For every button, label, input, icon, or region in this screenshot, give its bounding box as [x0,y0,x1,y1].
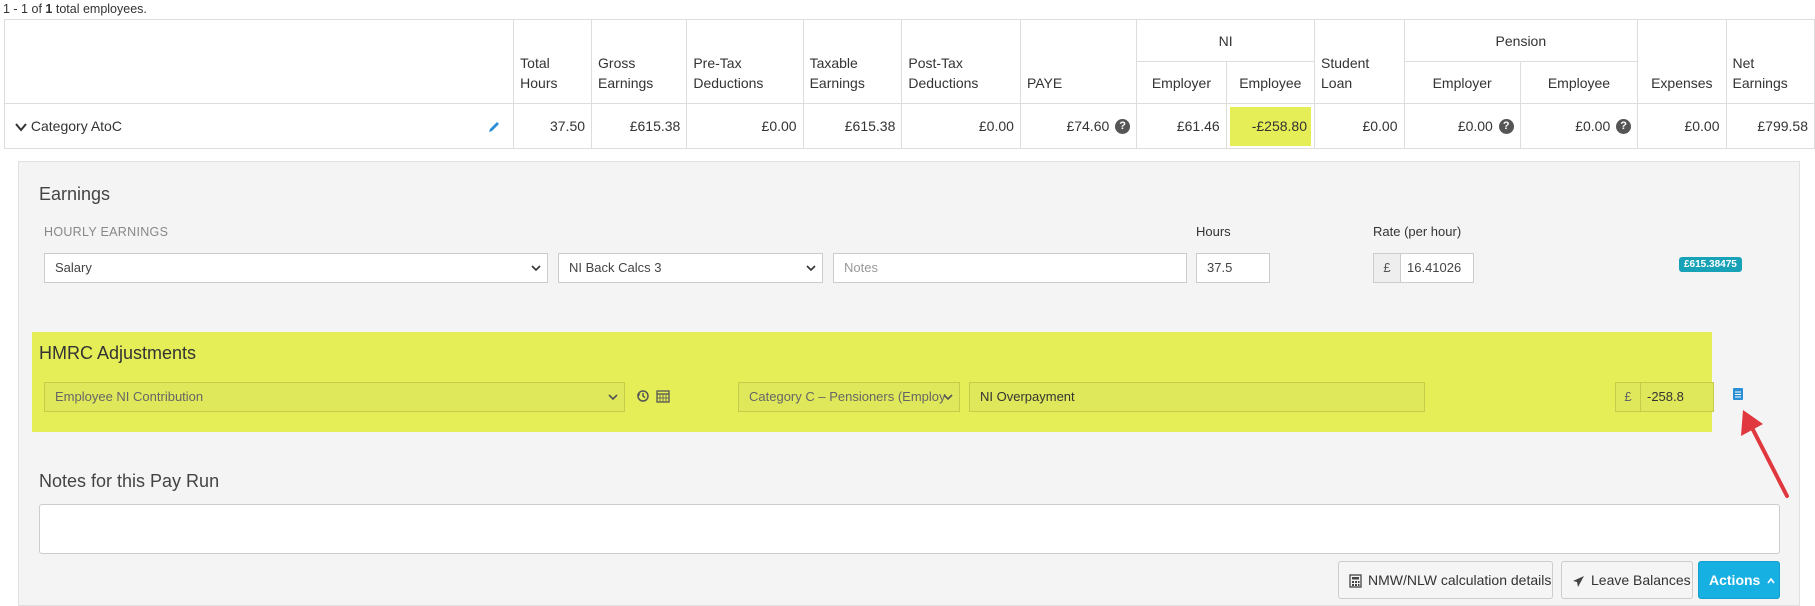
pension-employee-value: £0.00 [1575,117,1611,134]
calc-value: NI Back Calcs 3 [569,260,662,275]
chevron-down-icon [806,265,816,272]
header-expenses: Expenses [1637,19,1727,104]
cell-posttax: £0.00 [901,103,1021,149]
cell-pretax: £0.00 [686,103,804,149]
currency-addon: £ [1373,253,1401,283]
annotation-arrow-icon [1741,410,1789,498]
history-icon[interactable] [636,389,650,403]
cell-ni-employee: -£258.80 [1225,103,1316,149]
hourly-earnings-label: HOURLY EARNINGS [44,225,169,239]
hmrc-notes-input[interactable]: NI Overpayment [969,382,1425,412]
hmrc-heading: HMRC Adjustments [39,343,197,363]
cell-student-loan: £0.00 [1314,103,1405,149]
earning-type-select[interactable]: Salary [44,253,548,283]
calculator-icon [1349,574,1362,588]
header-pension-group: Pension [1403,19,1639,62]
chevron-down-icon[interactable] [15,121,27,133]
edit-pencil-icon[interactable] [487,120,501,134]
help-icon[interactable]: ? [1115,119,1131,135]
ni-category-value: Category C – Pensioners (Employ [749,389,946,404]
help-icon[interactable]: ? [1498,119,1514,135]
header-student-loan: Student Loan [1314,19,1405,104]
nmw-calculation-button[interactable]: NMW/NLW calculation details [1338,561,1553,599]
actions-label: Actions [1709,572,1761,588]
caret-up-icon [1767,577,1775,584]
ni-category-select[interactable]: Category C – Pensioners (Employ [738,382,960,412]
header-pension-employee: Employee [1519,61,1639,104]
table-row[interactable]: Category AtoC 37.50 £615.38 £0.00 £615.3… [3,103,1815,149]
paye-value: £74.60 [1066,117,1110,134]
help-icon[interactable]: ? [1616,119,1632,135]
pay-run-notes-heading: Notes for this Pay Run [39,471,220,491]
range-text: 1 - 1 [3,2,29,16]
calendar-icon[interactable] [656,389,670,403]
ni-employee-highlight: -£258.80 [1229,106,1312,146]
chevron-down-icon [608,394,618,401]
employee-count: 1 - 1 of 1 total employees. [3,2,147,16]
chevron-down-icon [531,265,541,272]
header-net-earnings: Net Earnings [1725,19,1815,104]
header-pretax-deductions: Pre-Tax Deductions [686,19,804,104]
count-text: 1 [45,2,53,16]
pay-run-notes-textarea[interactable] [39,504,1780,554]
hours-input[interactable]: 37.5 [1196,253,1270,283]
payroll-summary-table: Total Hours Gross Earnings Pre-Tax Deduc… [3,19,1815,149]
header-taxable-earnings: Taxable Earnings [802,19,903,104]
cell-paye: £74.60 ? [1019,103,1138,149]
header-posttax-deductions: Post-Tax Deductions [901,19,1021,104]
header-paye: PAYE [1019,19,1138,104]
hmrc-amount-input[interactable]: -258.8 [1640,382,1714,412]
cell-pension-employee: £0.00 ? [1519,103,1639,149]
leave-label: Leave Balances [1591,572,1691,588]
header-pension-employer: Employer [1403,61,1521,104]
hmrc-adjustments-section: Employee NI Contribution Category C – Pe… [32,332,1714,432]
cell-net-earnings: £799.58 [1725,103,1815,149]
hmrc-currency-addon: £ [1615,382,1641,412]
header-gross-earnings: Gross Earnings [591,19,688,104]
nmw-label: NMW/NLW calculation details [1368,572,1552,588]
rate-label: Rate (per hour) [1373,224,1462,239]
cell-ni-employer: £61.46 [1136,103,1227,149]
leave-balances-button[interactable]: Leave Balances [1561,561,1693,599]
hmrc-type-value: Employee NI Contribution [55,389,204,404]
header-ni-group: NI [1136,19,1316,62]
suffix-text: total employees. [55,2,147,16]
earnings-heading: Earnings [39,184,111,204]
cell-expenses: £0.00 [1637,103,1727,149]
chevron-down-icon [943,394,953,401]
header-total-hours: Total Hours [513,19,593,104]
actions-button[interactable]: Actions [1698,561,1780,599]
header-ni-employee: Employee [1225,61,1316,104]
header-ni-employer: Employer [1136,61,1227,104]
cell-taxable: £615.38 [802,103,903,149]
plane-icon [1573,575,1584,587]
hmrc-tool-icons [636,389,670,406]
category-header [3,19,515,104]
category-name: Category AtoC [30,118,122,134]
pension-employer-value: £0.00 [1457,117,1493,134]
earning-notes-input[interactable]: Notes [833,253,1187,283]
cell-total-hours: 37.50 [513,103,593,149]
rate-input[interactable]: 16.41026 [1400,253,1474,283]
cell-gross-earnings: £615.38 [591,103,688,149]
earning-type-value: Salary [55,260,92,275]
calc-select[interactable]: NI Back Calcs 3 [558,253,823,283]
hmrc-type-select[interactable]: Employee NI Contribution [44,382,625,412]
earning-total-badge: £615.38475 [1679,257,1742,272]
category-cell[interactable]: Category AtoC [3,103,515,149]
of-text: of [31,2,42,16]
cell-pension-employer: £0.00 ? [1403,103,1521,149]
hours-label: Hours [1196,224,1231,239]
